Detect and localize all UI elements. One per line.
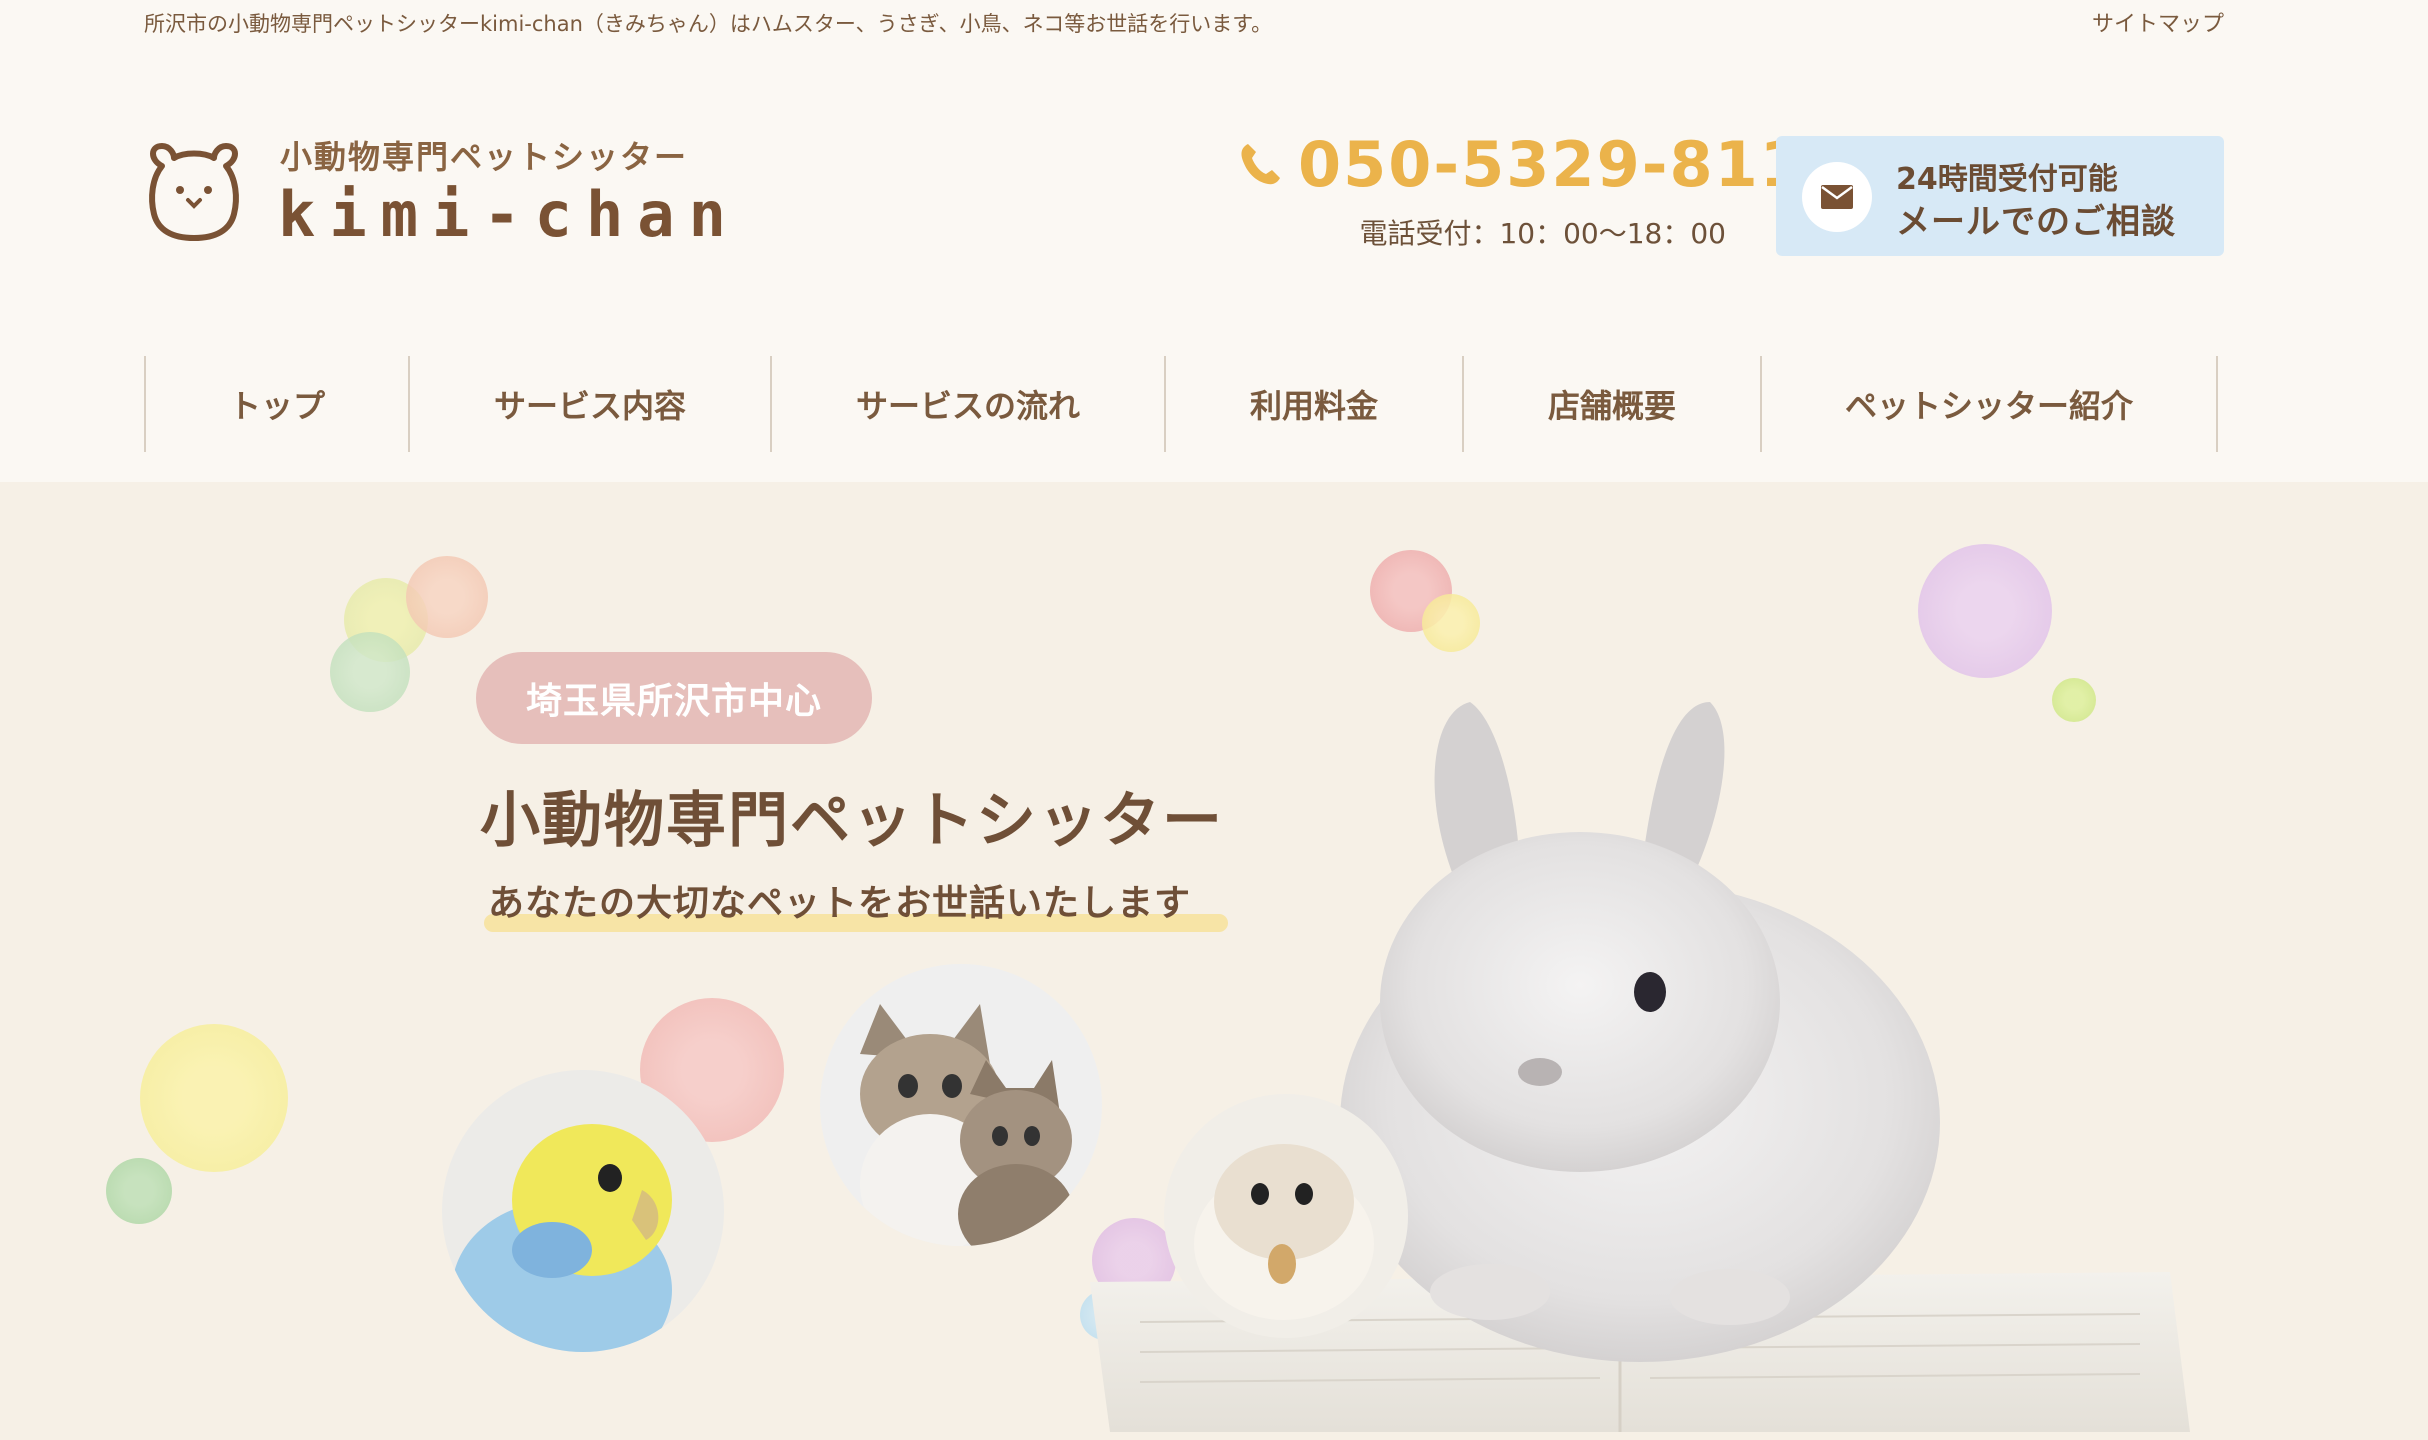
area-badge: 埼玉県所沢市中心 (476, 652, 872, 744)
decor-bubble (106, 1158, 172, 1224)
budgie-photo (442, 1070, 724, 1352)
kittens-illustration (860, 1004, 1074, 1246)
hamster-illustration (1194, 1144, 1374, 1320)
mail-button-line1: 24時間受付可能 (1896, 162, 2118, 197)
site-logo[interactable]: 小動物専門ペットシッター kimi-chan (144, 130, 726, 251)
kittens-photo (820, 964, 1102, 1246)
phone-number[interactable]: 050-5329-8111 (1298, 128, 1850, 201)
main-nav: トップ サービス内容 サービスの流れ 利用料金 店舗概要 ペットシッター紹介 (144, 356, 2218, 452)
phone-contact[interactable]: 050-5329-8111 電話受付：10：00〜18：00 (1236, 128, 1848, 250)
mail-icon-circle (1802, 162, 1872, 232)
nav-item-store[interactable]: 店舗概要 (1464, 356, 1762, 452)
sitemap-link[interactable]: サイトマップ (2092, 6, 2224, 38)
mail-consult-button[interactable]: 24時間受付可能 メールでのご相談 (1776, 136, 2224, 256)
logo-name: kimi-chan (278, 178, 740, 251)
phone-icon (1241, 144, 1280, 185)
mail-icon (1821, 185, 1853, 209)
decor-bubble (406, 556, 488, 638)
bear-logo-icon (149, 143, 239, 241)
top-info-bar: 所沢市の小動物専門ペットシッターkimi-chan（きみちゃん）はハムスター、う… (0, 0, 2428, 40)
phone-hours: 電話受付：10：00〜18：00 (1359, 217, 1726, 250)
hero-section: 埼玉県所沢市中心 小動物専門ペットシッター あなたの大切なペットをお世話いたしま… (0, 482, 2428, 1440)
decor-bubble (330, 632, 410, 712)
decor-bubble (140, 1024, 288, 1172)
mail-button-line2: メールでのご相談 (1896, 202, 2176, 242)
logo-tagline: 小動物専門ペットシッター (280, 138, 689, 176)
nav-item-flow[interactable]: サービスの流れ (772, 356, 1166, 452)
nav-item-top[interactable]: トップ (146, 356, 410, 452)
budgie-illustration (452, 1124, 672, 1352)
site-intro-text: 所沢市の小動物専門ペットシッターkimi-chan（きみちゃん）はハムスター、う… (144, 12, 1273, 36)
nav-item-services[interactable]: サービス内容 (410, 356, 772, 452)
hamster-photo (1164, 1094, 1408, 1338)
nav-item-sitter[interactable]: ペットシッター紹介 (1762, 356, 2218, 452)
nav-item-pricing[interactable]: 利用料金 (1166, 356, 1464, 452)
